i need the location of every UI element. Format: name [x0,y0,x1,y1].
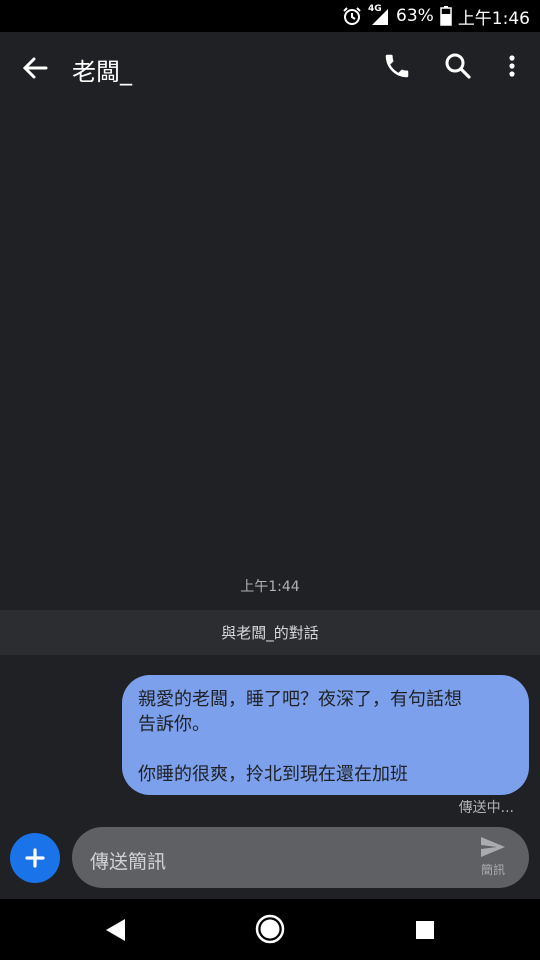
send-icon [481,837,505,857]
signal-icon: 4G [368,4,390,26]
nav-back-button[interactable] [103,917,129,943]
battery-percent: 63% [396,6,434,26]
more-options-button[interactable] [497,51,527,81]
app-bar: 老闆_ [0,32,540,102]
plus-icon [25,848,45,868]
back-arrow-icon [22,57,48,79]
navigation-bar [0,899,540,960]
message-timestamp: 上午1:44 [240,579,300,595]
triangle-back-icon [106,919,125,941]
clock: 上午1:46 [457,8,530,29]
send-button[interactable]: 簡訊 [471,835,515,881]
search-icon [445,53,471,79]
home-circle-icon [255,914,285,944]
battery-icon [440,6,452,26]
back-button[interactable] [20,53,50,83]
nav-recents-button[interactable] [414,919,436,941]
phone-icon [385,54,409,78]
message-input-placeholder: 傳送簡訊 [90,851,167,873]
alarm-icon [343,7,361,25]
square-recents-icon [416,921,434,939]
conversation-title: 老闆_ [72,58,132,86]
sent-message-bubble[interactable]: 親愛的老闆，睡了吧？夜深了，有句話想 告訴你。 你睡的很爽，拎北到現在還在加班 [122,675,529,795]
add-attachment-button[interactable] [10,833,60,883]
status-icons: 4G 63% 上午1:46 [342,0,530,32]
send-label: 簡訊 [480,863,505,877]
message-line: 告訴你。 [138,714,210,735]
nav-home-button[interactable] [254,913,286,945]
status-bar: 4G 63% 上午1:46 [0,0,540,32]
message-line: 親愛的老闆，睡了吧？夜深了，有句話想 [138,689,462,710]
conversation-banner: 與老闆_的對話 [0,610,540,655]
call-button[interactable] [382,51,412,81]
search-button[interactable] [443,51,473,81]
message-line: 你睡的很爽，拎北到現在還在加班 [138,764,408,785]
message-input[interactable]: 傳送簡訊 簡訊 [72,827,529,888]
message-status: 傳送中... [458,800,514,816]
more-vert-icon [509,55,515,77]
conversation-banner-label: 與老闆_的對話 [221,624,319,642]
